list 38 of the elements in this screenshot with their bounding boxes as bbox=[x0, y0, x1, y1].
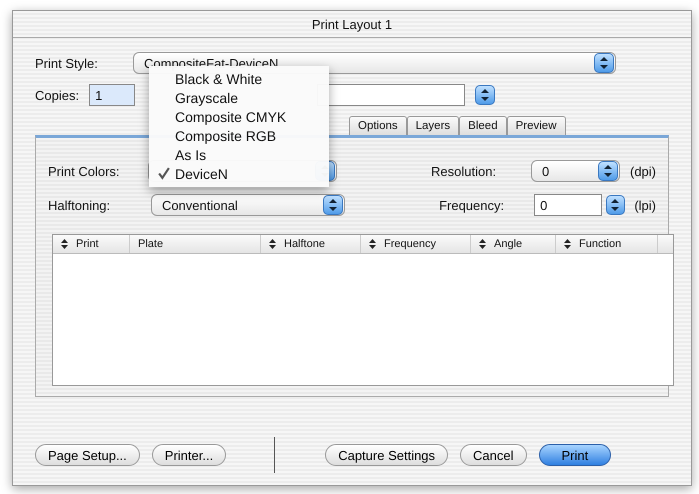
field-label: Halftoning: bbox=[48, 198, 112, 212]
tab[interactable]: Bleed bbox=[459, 116, 507, 135]
stepper-button[interactable] bbox=[323, 195, 344, 215]
menu-item[interactable]: DeviceN bbox=[149, 164, 329, 183]
dialog-button[interactable]: Cancel bbox=[460, 444, 527, 466]
column-header[interactable]: Plate bbox=[130, 235, 261, 253]
copies-field[interactable]: 1 bbox=[89, 84, 136, 106]
menu-item[interactable]: Grayscale bbox=[149, 88, 329, 107]
unit-label: (dpi) bbox=[630, 164, 656, 178]
dialog-button[interactable]: Printer... bbox=[152, 444, 226, 466]
frequency-field[interactable]: 0 bbox=[534, 194, 602, 216]
stepper-button[interactable] bbox=[606, 195, 626, 215]
unit-label: (lpi) bbox=[634, 198, 656, 212]
column-header[interactable]: Frequency bbox=[361, 235, 471, 253]
field-label: Print Style: bbox=[35, 56, 99, 70]
dialog-button[interactable]: Capture Settings bbox=[325, 444, 448, 466]
halftoning-popup[interactable]: Conventional bbox=[150, 194, 346, 216]
stepper-button[interactable] bbox=[475, 85, 496, 105]
stepper-button[interactable] bbox=[594, 53, 614, 73]
column-header[interactable]: Angle bbox=[471, 235, 556, 253]
tab[interactable]: Preview bbox=[506, 116, 566, 135]
column-header[interactable]: Print bbox=[53, 235, 130, 253]
column-header[interactable]: Halftone bbox=[261, 235, 361, 253]
field-label: Print Colors: bbox=[48, 164, 121, 178]
menu-item[interactable]: Composite CMYK bbox=[149, 107, 329, 126]
field-label: Frequency: bbox=[439, 198, 506, 212]
dialog-button[interactable]: Page Setup... bbox=[35, 444, 140, 466]
stepper-button[interactable] bbox=[598, 161, 618, 181]
tab[interactable]: Options bbox=[349, 116, 407, 135]
field-label: Resolution: bbox=[431, 164, 498, 178]
tab[interactable]: Layers bbox=[406, 116, 460, 135]
default-button[interactable]: Print bbox=[538, 444, 612, 466]
column-header[interactable]: Function bbox=[556, 235, 658, 253]
field-label: Copies: bbox=[35, 88, 80, 102]
menu-item[interactable]: As Is bbox=[149, 145, 329, 164]
window-title: Print Layout 1 bbox=[312, 16, 392, 32]
menu-item[interactable]: Composite RGB bbox=[149, 126, 329, 145]
resolution-popup[interactable]: 0 bbox=[531, 160, 620, 182]
